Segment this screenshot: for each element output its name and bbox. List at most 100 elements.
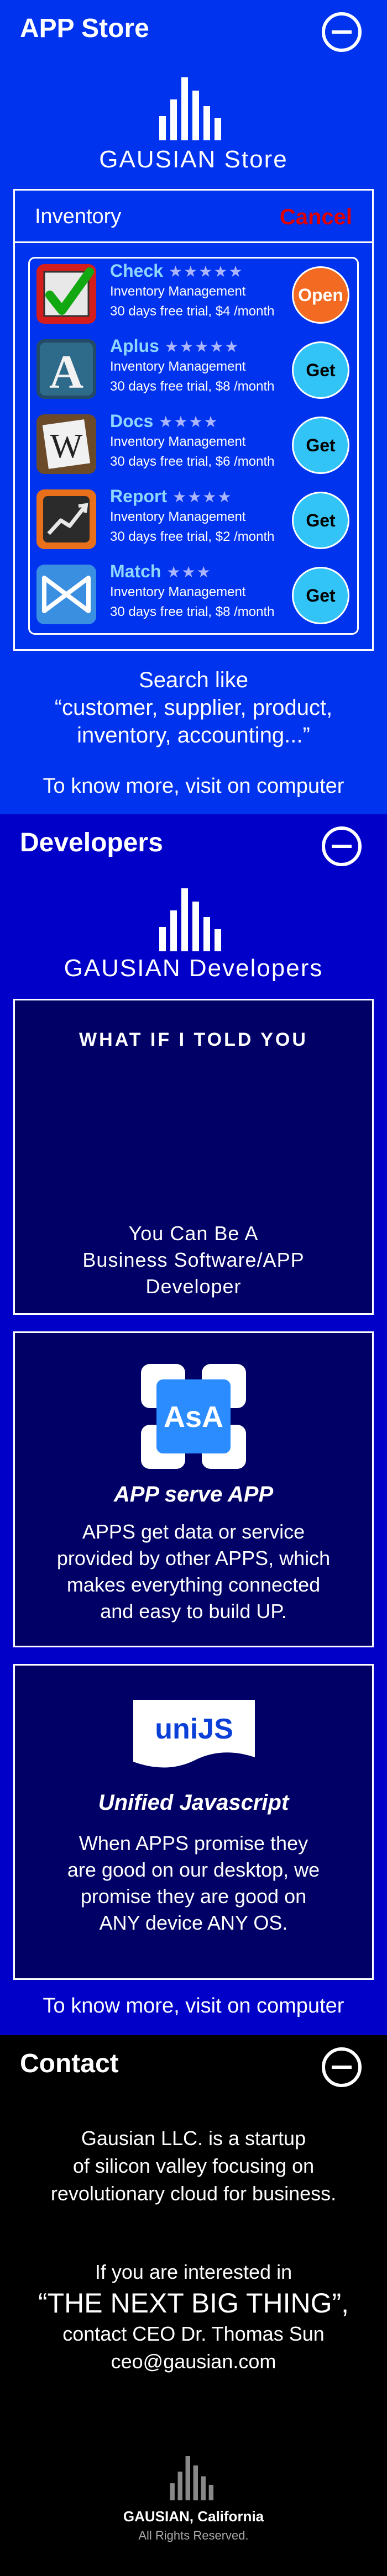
app-category: Inventory Management — [110, 284, 246, 299]
letter-w-icon: W — [36, 414, 96, 474]
card-line: makes everything connected — [66, 1573, 321, 1596]
collapse-minus-icon[interactable] — [322, 2047, 362, 2087]
section-title: Contact — [20, 2049, 119, 2078]
contact-headline: “THE NEXT BIG THING”, — [38, 2288, 349, 2319]
card-line: provided by other APPS, which — [56, 1547, 331, 1569]
developers-section: Developers GAUSIAN Developers WHAT IF I … — [0, 814, 387, 2035]
card-line: Developer — [145, 1275, 242, 1298]
card-heading: WHAT IF I TOLD YOU — [79, 1029, 308, 1050]
match-icon — [36, 565, 96, 624]
rating-stars: ★★★★★ — [169, 263, 244, 280]
rating-stars: ★★★★ — [159, 413, 219, 430]
search-hint-line: “customer, supplier, product, — [54, 696, 333, 720]
app-store-header[interactable]: APP Store — [0, 0, 387, 64]
about-line: of silicon valley focusing on — [72, 2154, 315, 2177]
card-line: are good on our desktop, we — [67, 1858, 320, 1881]
developers-header[interactable]: Developers — [0, 814, 387, 878]
app-trial: 30 days free trial, $4 /month — [110, 304, 275, 319]
search-hint: Search like “customer, supplier, product… — [0, 666, 387, 749]
search-hint-line: Search like — [139, 668, 248, 692]
know-more-link[interactable]: To know more, visit on computer — [0, 1994, 387, 2018]
about-line: Gausian LLC. is a startup — [81, 2127, 306, 2150]
contact-line: contact CEO Dr. Thomas Sun — [62, 2322, 325, 2345]
get-button[interactable]: Get — [292, 492, 349, 549]
app-item-report[interactable]: Report ★★★★ Inventory Management 30 days … — [30, 484, 357, 559]
collapse-minus-icon[interactable] — [322, 12, 362, 52]
app-trial: 30 days free trial, $6 /month — [110, 454, 275, 469]
cancel-button[interactable]: Cancel — [280, 205, 352, 230]
card-line: and easy to build UP. — [100, 1600, 287, 1622]
card-line: APPS get data or service — [82, 1520, 305, 1543]
app-name: Check — [110, 261, 164, 281]
search-hint-line: inventory, accounting...” — [77, 723, 310, 747]
check-icon — [36, 264, 96, 324]
contact-section: Contact Gausian LLC. is a startup of sil… — [0, 2035, 387, 2576]
about-line: revolutionary cloud for business. — [50, 2182, 337, 2205]
app-name: Report — [110, 486, 168, 506]
app-name: Docs — [110, 411, 154, 431]
get-button[interactable]: Get — [292, 341, 349, 399]
app-item-check[interactable]: Check ★★★★★ Inventory Management 30 days … — [30, 259, 357, 334]
chart-icon — [36, 489, 96, 549]
card-body: When APPS promise they are good on our d… — [15, 1830, 372, 1936]
app-item-aplus[interactable]: A Aplus ★★★★★ Inventory Management 30 day… — [30, 334, 357, 409]
card-unified-javascript: uniJS Unified Javascript When APPS promi… — [13, 1664, 374, 1980]
card-line: ANY device ANY OS. — [99, 1911, 288, 1934]
contact-email[interactable]: ceo@gausian.com — [0, 2348, 387, 2375]
card-line: promise they are good on — [80, 1885, 307, 1908]
app-category: Inventory Management — [110, 584, 246, 599]
card-title: APP serve APP — [113, 1482, 274, 1506]
letter-a-icon: A — [36, 339, 96, 399]
app-trial: 30 days free trial, $8 /month — [110, 379, 275, 394]
card-what-if: WHAT IF I TOLD YOU You Can Be A Business… — [13, 999, 374, 1315]
rating-stars: ★★★★★ — [164, 338, 240, 355]
card-body: You Can Be A Business Software/APP Devel… — [15, 1220, 372, 1300]
svg-text:A: A — [49, 345, 83, 398]
asa-logo-icon: AsA — [141, 1364, 246, 1469]
get-button[interactable]: Get — [292, 417, 349, 474]
app-category: Inventory Management — [110, 509, 246, 524]
inventory-panel: Inventory Cancel Check ★★★★★ Inventory Ma… — [13, 189, 374, 651]
app-list: Check ★★★★★ Inventory Management 30 days … — [28, 257, 359, 635]
asa-logo-text: AsA — [164, 1400, 223, 1434]
app-category: Inventory Management — [110, 434, 246, 449]
know-more-link[interactable]: To know more, visit on computer — [0, 775, 387, 798]
app-trial: 30 days free trial, $8 /month — [110, 604, 275, 619]
contact-text: If you are interested in “THE NEXT BIG T… — [0, 2258, 387, 2375]
card-line: Business Software/APP — [82, 1249, 305, 1271]
unijs-logo-icon: uniJS — [133, 1700, 255, 1768]
card-body: APPS get data or service provided by oth… — [15, 1519, 372, 1625]
gausian-logo-icon — [159, 888, 221, 951]
collapse-minus-icon[interactable] — [322, 826, 362, 866]
brand-name: GAUSIAN Store — [99, 146, 288, 173]
contact-header[interactable]: Contact — [0, 2035, 387, 2099]
card-line: You Can Be A — [128, 1222, 259, 1245]
gausian-logo-icon — [170, 2456, 214, 2500]
card-line: When APPS promise they — [79, 1832, 308, 1855]
app-name: Aplus — [110, 336, 159, 356]
app-item-docs[interactable]: W Docs ★★★★ Inventory Management 30 days … — [30, 409, 357, 484]
card-app-serve-app: AsA APP serve APP APPS get data or servi… — [13, 1331, 374, 1647]
footer-rights: All Rights Reserved. — [138, 2528, 249, 2542]
app-store-section: APP Store GAUSIAN Store Inventory Cancel… — [0, 0, 387, 814]
app-name: Match — [110, 561, 161, 581]
contact-line: If you are interested in — [95, 2261, 292, 2283]
rating-stars: ★★★★ — [172, 488, 233, 505]
app-category: Inventory Management — [110, 359, 246, 374]
app-item-match[interactable]: Match ★★★ Inventory Management 30 days fr… — [30, 559, 357, 634]
inventory-header: Inventory Cancel — [15, 191, 372, 243]
card-title: Unified Javascript — [98, 1790, 289, 1815]
open-button[interactable]: Open — [292, 266, 349, 324]
app-trial: 30 days free trial, $2 /month — [110, 529, 275, 544]
rating-stars: ★★★ — [166, 563, 212, 581]
svg-text:W: W — [50, 428, 83, 465]
gausian-logo-icon — [159, 77, 221, 140]
about-text: Gausian LLC. is a startup of silicon val… — [0, 2125, 387, 2208]
section-title: APP Store — [20, 14, 149, 43]
inventory-title: Inventory — [35, 205, 122, 228]
section-title: Developers — [20, 828, 163, 857]
brand-name: GAUSIAN Developers — [64, 955, 323, 982]
footer-company: GAUSIAN, California — [123, 2508, 264, 2525]
get-button[interactable]: Get — [292, 567, 349, 624]
unijs-logo-text: uniJS — [155, 1713, 233, 1745]
